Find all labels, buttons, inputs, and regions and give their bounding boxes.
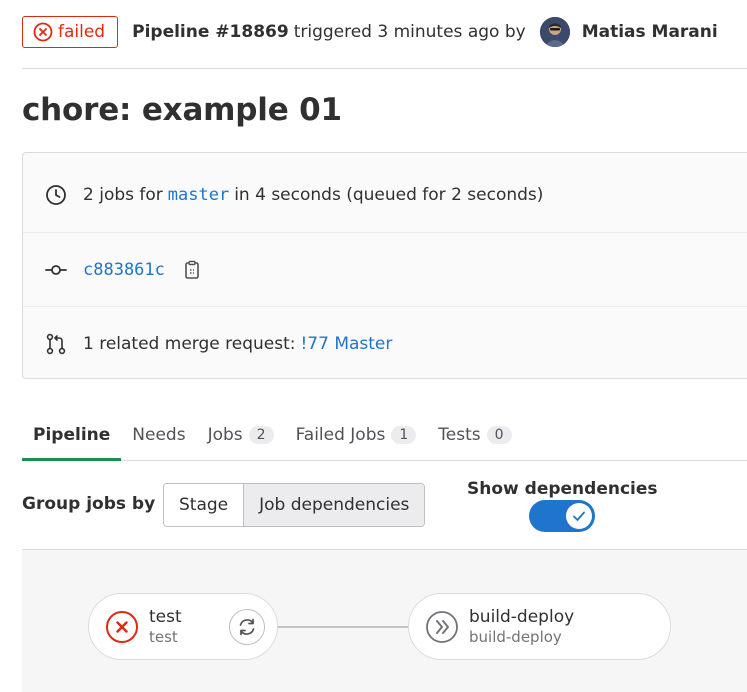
merge-request-icon xyxy=(45,333,67,355)
failed-status-icon xyxy=(33,22,53,42)
job-connector-line xyxy=(278,626,408,628)
job-node-build-deploy[interactable]: build-deploy build-deploy xyxy=(408,593,671,660)
group-jobs-label: Group jobs by xyxy=(22,494,156,514)
retry-icon xyxy=(239,618,255,636)
header-divider xyxy=(22,68,747,69)
pipeline-info-box: 2 jobs for master in 4 seconds (queued f… xyxy=(22,152,747,379)
retry-button[interactable] xyxy=(229,609,265,645)
copy-icon[interactable] xyxy=(182,260,202,280)
status-badge[interactable]: failed xyxy=(22,16,119,48)
avatar[interactable] xyxy=(539,17,570,47)
merge-request-link[interactable]: !77 Master xyxy=(300,334,392,354)
clock-icon xyxy=(45,184,67,206)
toggle-knob xyxy=(566,503,592,529)
tab-count-badge: 2 xyxy=(248,426,274,444)
tab-pipeline[interactable]: Pipeline xyxy=(22,410,122,461)
tab-count-badge: 1 xyxy=(391,426,417,444)
jobs-info-row: 2 jobs for master in 4 seconds (queued f… xyxy=(23,157,747,232)
failed-status-icon xyxy=(106,610,138,643)
pipeline-id: Pipeline #18869 xyxy=(132,22,289,42)
tab-count-badge: 0 xyxy=(486,426,512,444)
related-mr-text: 1 related merge request: xyxy=(83,334,296,354)
tab-failed-jobs[interactable]: Failed Jobs 1 xyxy=(285,410,428,460)
pipeline-summary: Pipeline #18869 triggered 3 minutes ago … xyxy=(132,22,526,42)
tab-label: Needs xyxy=(132,425,186,445)
author-name[interactable]: Matias Marani xyxy=(582,22,718,42)
job-stage: build-deploy xyxy=(469,627,562,646)
job-names: build-deploy build-deploy xyxy=(469,607,574,647)
tab-tests[interactable]: Tests 0 xyxy=(427,410,522,460)
show-dependencies-label: Show dependencies xyxy=(467,479,658,499)
commit-icon xyxy=(45,259,67,281)
job-names: test test xyxy=(149,607,182,647)
tab-label: Failed Jobs xyxy=(295,425,386,445)
merge-request-row: 1 related merge request: !77 Master xyxy=(23,306,747,381)
duration-text: in 4 seconds (queued for 2 seconds) xyxy=(234,184,544,205)
commit-sha-link[interactable]: c883861c xyxy=(83,260,165,280)
page-title: chore: example 01 xyxy=(22,92,342,128)
tab-jobs[interactable]: Jobs 2 xyxy=(197,410,285,460)
group-by-segmented-control: Stage Job dependencies xyxy=(163,483,426,527)
job-name: build-deploy xyxy=(469,606,575,627)
branch-link[interactable]: master xyxy=(168,185,229,205)
show-dependencies-toggle[interactable] xyxy=(529,500,595,532)
commit-info-row: c883861c xyxy=(23,232,747,307)
check-icon xyxy=(573,511,585,521)
pipeline-tabs: Pipeline Needs Jobs 2 Failed Jobs 1 Test… xyxy=(22,410,747,461)
tab-label: Jobs xyxy=(207,425,243,445)
pipeline-header: failed Pipeline #18869 triggered 3 minut… xyxy=(22,15,747,49)
job-dependencies-button[interactable]: Job dependencies xyxy=(243,484,425,526)
tab-needs[interactable]: Needs xyxy=(121,410,196,460)
tab-label: Tests xyxy=(438,425,481,445)
job-node-test[interactable]: test test xyxy=(88,593,278,660)
triggered-text: triggered 3 minutes ago by xyxy=(293,22,526,42)
job-stage: test xyxy=(149,627,178,646)
stage-button[interactable]: Stage xyxy=(164,484,244,526)
job-name: test xyxy=(149,606,182,627)
status-badge-label: failed xyxy=(58,22,106,42)
skipped-status-icon xyxy=(426,610,458,643)
jobs-count-text: 2 jobs for xyxy=(83,184,163,205)
tab-label: Pipeline xyxy=(33,425,111,445)
